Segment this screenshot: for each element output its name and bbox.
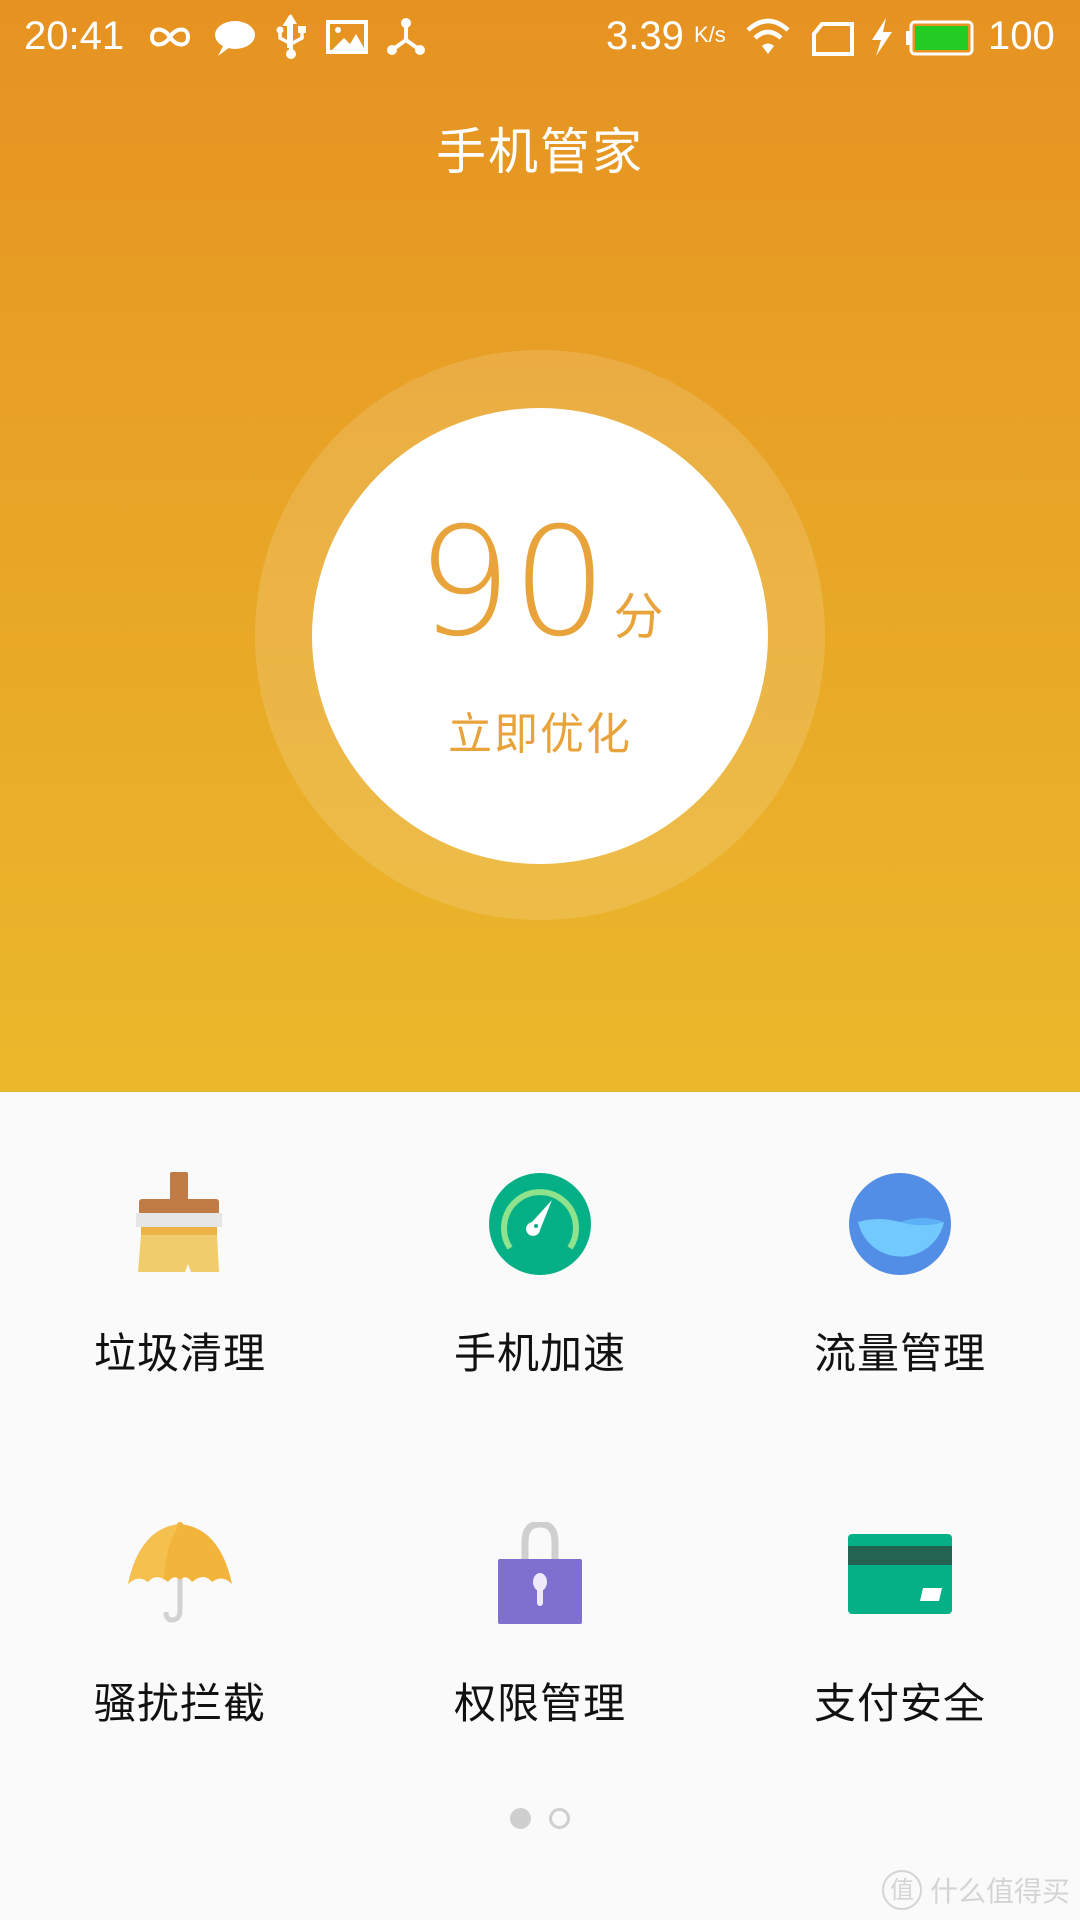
sim-card-icon [812, 22, 854, 56]
optimize-label: 立即优化 [448, 709, 632, 760]
broom-icon [136, 1172, 222, 1272]
tool-spam-block[interactable]: 骚扰拦截 [0, 1442, 360, 1792]
watermark: 值 什么值得买 [881, 1870, 1070, 1910]
page-dot-2[interactable] [549, 1808, 570, 1829]
tool-label: 骚扰拦截 [93, 1679, 266, 1728]
battery-percentage: 100 [988, 14, 1055, 58]
tool-payment-security[interactable]: 支付安全 [720, 1442, 1080, 1792]
message-bubble-icon [215, 21, 255, 56]
tool-phone-boost[interactable]: 手机加速 [360, 1092, 720, 1442]
page-dot-1[interactable] [510, 1808, 531, 1829]
battery-icon [906, 20, 974, 56]
water-level-icon [849, 1173, 951, 1275]
umbrella-icon [128, 1522, 232, 1623]
phone-manager-screen: 20:41 3.39 K/s 100 手机管家 90 分 立即优化 垃圾清理 手… [0, 0, 1080, 1920]
score-value: 90 分 [312, 508, 768, 658]
network-speed: 3.39 [606, 14, 684, 58]
tool-label: 支付安全 [813, 1679, 986, 1728]
credit-card-icon [848, 1534, 952, 1614]
page-title: 手机管家 [436, 123, 644, 181]
wifi-icon [746, 18, 790, 54]
tool-junk-cleanup[interactable]: 垃圾清理 [0, 1092, 360, 1442]
status-bar: 20:41 3.39 K/s 100 [0, 0, 1080, 76]
tool-label: 流量管理 [813, 1329, 986, 1378]
tool-permissions[interactable]: 权限管理 [360, 1442, 720, 1792]
watermark-badge: 值 [881, 1870, 922, 1910]
optimize-button[interactable]: 90 分 立即优化 [312, 408, 768, 864]
share-hub-icon [387, 18, 425, 55]
score-unit: 分 [613, 588, 664, 646]
tool-label: 权限管理 [453, 1679, 626, 1728]
page-indicator [0, 1808, 1080, 1832]
network-speed-unit: K/s [694, 22, 726, 47]
usb-icon [276, 14, 306, 59]
tool-label: 垃圾清理 [93, 1329, 266, 1378]
bolt-icon [872, 18, 892, 56]
padlock-icon [498, 1522, 582, 1624]
speedometer-icon [489, 1173, 591, 1275]
tool-label: 手机加速 [453, 1329, 626, 1378]
image-icon [326, 20, 368, 54]
score-number: 90 [416, 496, 608, 670]
tool-data-usage[interactable]: 流量管理 [720, 1092, 1080, 1442]
score-panel: 20:41 3.39 K/s 100 手机管家 90 分 立即优化 [0, 0, 1080, 1092]
status-time: 20:41 [24, 14, 125, 58]
watermark-text: 什么值得买 [929, 1875, 1070, 1908]
infinity-icon [149, 27, 191, 47]
